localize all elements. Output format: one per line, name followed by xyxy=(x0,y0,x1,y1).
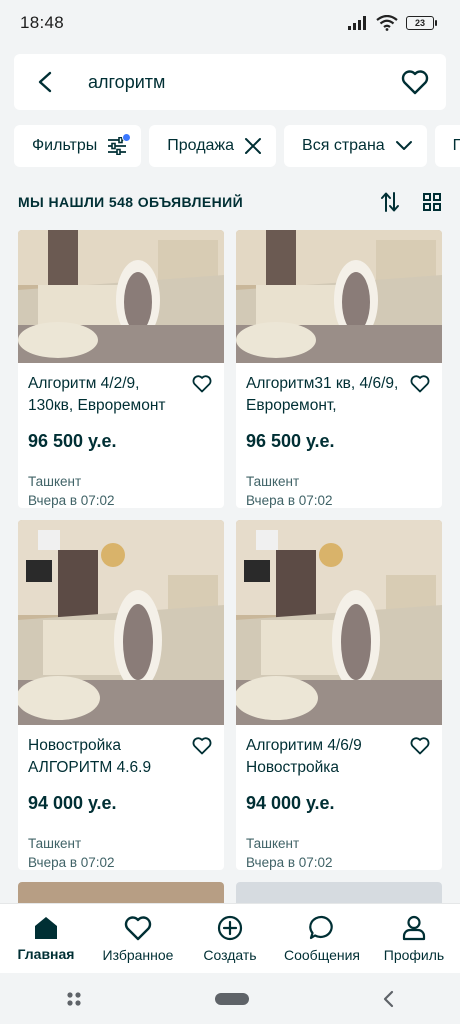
favorite-heart-icon[interactable] xyxy=(192,375,212,393)
status-icons: 23 xyxy=(348,15,437,31)
listing-price: 96 500 у.е. xyxy=(246,431,335,451)
listing-card[interactable]: Алгоритм 4/2/9, 130кв, Евроремонт 96 500… xyxy=(18,230,224,508)
listing-card[interactable]: Алгоритм31 кв, 4/6/9, Евроремонт, 96 500… xyxy=(236,230,442,508)
save-search-button[interactable] xyxy=(400,67,430,97)
listing-date: Вчера в 07:02 xyxy=(28,855,115,870)
room-photo-image xyxy=(18,520,224,725)
listing-location: Ташкент xyxy=(28,836,82,851)
listing-location: Ташкент xyxy=(246,836,300,851)
sliders-icon xyxy=(107,133,132,155)
active-filter-dot xyxy=(122,133,132,142)
favorite-heart-icon[interactable] xyxy=(410,375,430,393)
sale-chip[interactable]: Продажа xyxy=(149,125,277,167)
search-bar[interactable]: алгоритм xyxy=(14,54,446,110)
chevron-down-icon xyxy=(395,141,412,150)
nav-profile[interactable]: Профиль xyxy=(369,915,459,963)
region-chip-label: Вся страна xyxy=(302,137,385,154)
heart-icon xyxy=(401,70,429,95)
grid-view-icon[interactable] xyxy=(422,192,442,212)
room-photo-image xyxy=(18,230,224,363)
room-photo-image xyxy=(236,520,442,725)
nav-messages-label: Сообщения xyxy=(284,946,360,963)
room-photo-image xyxy=(236,230,442,363)
results-header: МЫ НАШЛИ 548 ОБЪЯВЛЕНИЙ xyxy=(18,186,442,218)
favorite-heart-icon[interactable] xyxy=(410,737,430,755)
arrow-left-icon xyxy=(38,71,52,93)
nav-profile-label: Профиль xyxy=(383,946,445,963)
nav-create[interactable]: Создать xyxy=(185,915,275,963)
battery-icon: 23 xyxy=(406,16,437,30)
listing-title[interactable]: Новостройка АЛГОРИТМ 4.6.9 xyxy=(28,735,188,779)
listing-date: Вчера в 07:02 xyxy=(28,493,115,508)
listing-title[interactable]: Алгоритим 4/6/9 Новостройка xyxy=(246,735,406,779)
nav-favorites[interactable]: Избранное xyxy=(93,915,183,963)
user-icon xyxy=(402,915,426,940)
listing-title[interactable]: Алгоритм 4/2/9, 130кв, Евроремонт xyxy=(28,373,188,417)
listing-photo[interactable] xyxy=(18,230,224,363)
home-pill-icon[interactable] xyxy=(214,992,249,1005)
listing-grid: Алгоритм 4/2/9, 130кв, Евроремонт 96 500… xyxy=(18,230,442,912)
filters-chip[interactable]: Фильтры xyxy=(14,125,142,167)
close-icon[interactable] xyxy=(244,137,262,155)
bottom-nav: Главная Избранное Создать Сообщения Проф… xyxy=(0,903,460,973)
listing-photo[interactable] xyxy=(18,520,224,725)
plus-circle-icon xyxy=(217,915,243,940)
listing-location: Ташкент xyxy=(28,474,82,489)
battery-level: 23 xyxy=(414,18,425,28)
listing-body: Новостройка АЛГОРИТМ 4.6.9 94 000 у.е. Т… xyxy=(18,725,224,870)
back-button[interactable] xyxy=(30,67,60,97)
status-bar: 18:48 23 xyxy=(0,0,460,46)
nav-favorites-label: Избранное xyxy=(102,946,174,963)
listing-price: 94 000 у.е. xyxy=(246,793,335,813)
nav-messages[interactable]: Сообщения xyxy=(277,915,367,963)
results-count: МЫ НАШЛИ 548 ОБЪЯВЛЕНИЙ xyxy=(18,194,244,210)
listing-body: Алгоритим 4/6/9 Новостройка 94 000 у.е. … xyxy=(236,725,442,870)
listing-photo[interactable] xyxy=(236,230,442,363)
listing-card[interactable]: Алгоритим 4/6/9 Новостройка 94 000 у.е. … xyxy=(236,520,442,870)
listing-body: Алгоритм31 кв, 4/6/9, Евроремонт, 96 500… xyxy=(236,363,442,508)
system-nav-bar xyxy=(0,973,460,1024)
listing-price: 94 000 у.е. xyxy=(28,793,117,813)
listing-photo[interactable] xyxy=(236,520,442,725)
listing-location: Ташкент xyxy=(246,474,300,489)
status-time: 18:48 xyxy=(20,13,65,32)
listing-body: Алгоритм 4/2/9, 130кв, Евроремонт 96 500… xyxy=(18,363,224,508)
sort-icon[interactable] xyxy=(380,191,400,213)
nav-create-label: Создать xyxy=(203,946,257,963)
results-actions xyxy=(380,191,442,213)
wifi-icon xyxy=(376,15,398,31)
region-chip[interactable]: Вся страна xyxy=(284,125,427,167)
favorite-heart-icon[interactable] xyxy=(192,737,212,755)
system-back-icon[interactable] xyxy=(382,990,394,1008)
home-icon xyxy=(35,916,57,939)
filters-chip-label: Фильтры xyxy=(32,137,98,154)
nav-home-label: Главная xyxy=(17,945,75,962)
more-chip[interactable]: П xyxy=(434,125,460,167)
filter-chips: Фильтры Продажа Вся страна П xyxy=(14,125,460,167)
chat-icon xyxy=(309,915,333,939)
nav-home[interactable]: Главная xyxy=(1,916,91,962)
listing-date: Вчера в 07:02 xyxy=(246,855,333,870)
listing-card[interactable]: Новостройка АЛГОРИТМ 4.6.9 94 000 у.е. Т… xyxy=(18,520,224,870)
signal-icon xyxy=(348,16,366,30)
search-input[interactable]: алгоритм xyxy=(88,72,400,93)
recent-apps-icon[interactable] xyxy=(66,991,82,1007)
listing-date: Вчера в 07:02 xyxy=(246,493,333,508)
listing-title[interactable]: Алгоритм31 кв, 4/6/9, Евроремонт, xyxy=(246,373,406,417)
sale-chip-label: Продажа xyxy=(167,137,235,154)
listing-price: 96 500 у.е. xyxy=(28,431,117,451)
more-chip-label: П xyxy=(452,137,460,154)
heart-icon xyxy=(124,915,152,940)
